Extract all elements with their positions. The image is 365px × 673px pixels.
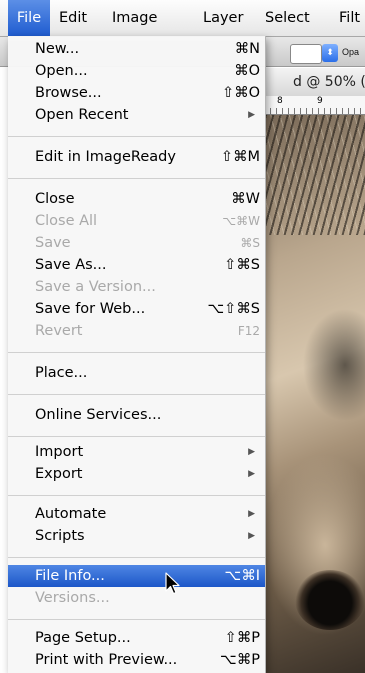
horizontal-ruler: 8 9 xyxy=(265,96,365,115)
menu-item-label: Browse... xyxy=(35,85,102,101)
submenu-arrow-icon: ▶ xyxy=(248,469,255,479)
document-title: d @ 50% ( xyxy=(293,74,365,90)
menu-item-label: Close xyxy=(35,191,75,207)
menu-select[interactable]: Select xyxy=(265,0,310,36)
menu-item-close-all: Close All ⌥⌘W xyxy=(8,210,265,232)
menu-item-browse[interactable]: Browse... ⇧⌘O xyxy=(8,82,265,104)
menu-item-label: Save As... xyxy=(35,257,107,273)
shortcut-label: ⌥⇧⌘S xyxy=(207,301,260,317)
menu-separator xyxy=(8,557,265,558)
menu-item-close[interactable]: Close ⌘W xyxy=(8,188,265,210)
submenu-arrow-icon: ▶ xyxy=(248,110,255,120)
menu-bar: File Edit Image Layer Select Filt xyxy=(0,0,365,37)
menu-item-label: Versions... xyxy=(35,590,110,606)
menu-item-online-services[interactable]: Online Services... xyxy=(8,404,265,426)
shortcut-label: ⌥⌘I xyxy=(224,568,261,584)
menu-item-label: File Info... xyxy=(35,568,105,584)
menu-separator xyxy=(8,394,265,395)
menu-item-page-setup[interactable]: Page Setup... ⇧⌘P xyxy=(8,627,265,649)
menu-filter[interactable]: Filt xyxy=(339,0,360,36)
menu-item-label: New... xyxy=(35,41,80,57)
screen: ⬍ Opa d @ 50% ( 8 9 File Edit Image Laye… xyxy=(0,0,365,673)
shortcut-label: ⌥⌘W xyxy=(222,214,260,228)
menu-layer[interactable]: Layer xyxy=(203,0,243,36)
shortcut-label: ⌘N xyxy=(234,41,260,57)
menu-item-label: Import xyxy=(35,444,84,460)
menu-item-export[interactable]: Export ▶ xyxy=(8,463,265,485)
menu-item-edit-in-imageready[interactable]: Edit in ImageReady ⇧⌘M xyxy=(8,146,265,168)
shortcut-label: F12 xyxy=(237,324,260,338)
menu-item-label: Open... xyxy=(35,63,88,79)
menu-item-open[interactable]: Open... ⌘O xyxy=(8,60,265,82)
chevron-updown-icon[interactable]: ⬍ xyxy=(322,44,338,62)
photo-fur-texture xyxy=(265,115,365,235)
menu-separator xyxy=(8,495,265,496)
menu-item-label: Print with Preview... xyxy=(35,652,178,668)
menu-item-save: Save ⌘S xyxy=(8,232,265,254)
menu-item-revert: Revert F12 xyxy=(8,320,265,342)
mouse-pointer-icon xyxy=(165,572,180,595)
file-menu: New... ⌘N Open... ⌘O Browse... ⇧⌘O Open … xyxy=(8,36,266,673)
menu-item-label: Export xyxy=(35,466,83,482)
menu-edit[interactable]: Edit xyxy=(59,0,87,36)
menu-item-label: Online Services... xyxy=(35,407,162,423)
menu-item-import[interactable]: Import ▶ xyxy=(8,441,265,463)
menu-separator xyxy=(8,178,265,179)
menu-item-label: Page Setup... xyxy=(35,630,131,646)
menu-item-scripts[interactable]: Scripts ▶ xyxy=(8,525,265,547)
ruler-number: 9 xyxy=(317,96,323,106)
menu-item-label: Revert xyxy=(35,323,83,339)
shortcut-label: ⇧⌘P xyxy=(224,630,260,646)
shortcut-label: ⇧⌘M xyxy=(220,149,260,165)
photo-eye xyxy=(295,570,365,630)
menu-item-label: Save for Web... xyxy=(35,301,146,317)
menu-item-label: Save xyxy=(35,235,71,251)
menu-item-label: Save a Version... xyxy=(35,279,156,295)
menu-item-new[interactable]: New... ⌘N xyxy=(8,38,265,60)
menu-item-label: Automate xyxy=(35,506,107,522)
shortcut-label: ⇧⌘O xyxy=(221,85,260,101)
shortcut-label: ⌘W xyxy=(231,191,260,207)
menu-item-print-with-preview[interactable]: Print with Preview... ⌥⌘P xyxy=(8,649,265,671)
opacity-label: Opa xyxy=(342,47,360,57)
menu-item-save-a-version: Save a Version... xyxy=(8,276,265,298)
ruler-number: 8 xyxy=(277,96,283,106)
shortcut-label: ⌘S xyxy=(240,236,260,250)
opacity-select[interactable] xyxy=(290,44,322,64)
submenu-arrow-icon: ▶ xyxy=(248,447,255,457)
menu-item-open-recent[interactable]: Open Recent ▶ xyxy=(8,104,265,126)
menu-item-place[interactable]: Place... xyxy=(8,362,265,384)
menu-item-label: Edit in ImageReady xyxy=(35,149,176,165)
menu-item-label: Close All xyxy=(35,213,98,229)
shortcut-label: ⌥⌘P xyxy=(220,652,260,668)
menu-item-label: Scripts xyxy=(35,528,85,544)
menu-separator xyxy=(8,352,265,353)
submenu-arrow-icon: ▶ xyxy=(248,509,255,519)
menu-separator xyxy=(8,619,265,620)
menu-item-label: Open Recent xyxy=(35,107,129,123)
menu-separator xyxy=(8,136,265,137)
menu-file[interactable]: File xyxy=(8,0,50,36)
menu-item-label: Place... xyxy=(35,365,88,381)
menu-item-file-info[interactable]: File Info... ⌥⌘I xyxy=(8,565,265,587)
menu-image[interactable]: Image xyxy=(112,0,157,36)
menu-separator xyxy=(8,436,265,437)
submenu-arrow-icon: ▶ xyxy=(248,531,255,541)
shortcut-label: ⇧⌘S xyxy=(224,257,260,273)
menu-item-save-as[interactable]: Save As... ⇧⌘S xyxy=(8,254,265,276)
document-canvas-photo[interactable] xyxy=(265,115,365,673)
menu-item-versions: Versions... xyxy=(8,587,265,609)
shortcut-label: ⌘O xyxy=(234,63,260,79)
menu-item-save-for-web[interactable]: Save for Web... ⌥⇧⌘S xyxy=(8,298,265,320)
menu-item-automate[interactable]: Automate ▶ xyxy=(8,503,265,525)
document-title-bar: d @ 50% ( xyxy=(265,68,365,97)
